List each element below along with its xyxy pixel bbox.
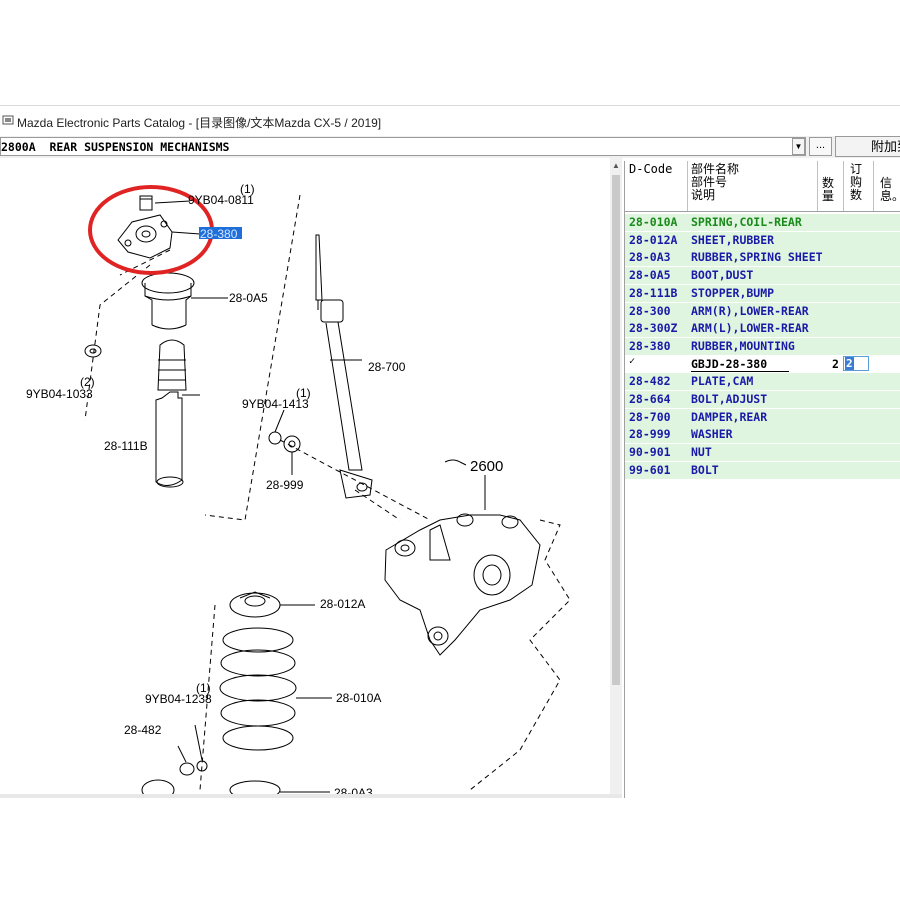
row-part-name: ARM(L),LOWER-REAR xyxy=(691,321,809,336)
table-row[interactable]: 99-601 BOLT xyxy=(625,461,900,479)
row-dcode: 99-601 xyxy=(629,462,671,477)
window-title: Mazda Electronic Parts Catalog - [目录图像/文… xyxy=(17,116,382,130)
callout-28-111b: 28-111B xyxy=(104,439,148,453)
table-row[interactable]: 28-300 ARM(R),LOWER-REAR xyxy=(625,302,900,320)
parts-list: D-Code 部件名称部件号说明 数量 订购数 信息。 28-010A SPRIN… xyxy=(624,161,900,798)
table-row[interactable]: 28-482 PLATE,CAM xyxy=(625,373,900,391)
app-icon xyxy=(2,115,14,125)
selected-part-row[interactable]: ✓ GBJD-28-380 2 2 xyxy=(625,355,900,373)
order-qty-input[interactable]: 2 xyxy=(843,355,869,371)
chevron-down-icon[interactable]: ▼ xyxy=(792,138,805,155)
parts-diagram[interactable]: (1) 9YB04-0811 28-380 28-0A5 (2) 9YB04-1… xyxy=(0,158,610,794)
row-part-name: STOPPER,BUMP xyxy=(691,285,775,300)
row-part-name: BOOT,DUST xyxy=(691,268,754,283)
table-row[interactable]: 28-700 DAMPER,REAR xyxy=(625,408,900,426)
part-qty: 2 xyxy=(832,356,839,371)
row-part-name: NUT xyxy=(691,445,712,460)
table-row[interactable]: 28-380 RUBBER,MOUNTING xyxy=(625,337,900,355)
row-dcode: 28-300Z xyxy=(629,321,678,336)
parts-list-header: D-Code 部件名称部件号说明 数量 订购数 信息。 xyxy=(625,161,900,212)
row-part-name: WASHER xyxy=(691,427,733,442)
row-dcode: 28-300 xyxy=(629,303,671,318)
table-row[interactable]: 28-010A SPRING,COIL-REAR xyxy=(625,214,900,231)
section-select-value: 2800A REAR SUSPENSION MECHANISMS xyxy=(1,140,230,154)
callout-28-999: 28-999 xyxy=(266,478,304,492)
callout-28-012a: 28-012A xyxy=(320,597,365,611)
callout-2600: 2600 xyxy=(470,458,503,475)
callout-28-010a: 28-010A xyxy=(336,691,381,705)
callout-28-0a3: 28-0A3 xyxy=(334,786,373,794)
row-part-name: ARM(R),LOWER-REAR xyxy=(691,303,809,318)
callout-28-482: 28-482 xyxy=(124,723,162,737)
checkbox-icon[interactable]: ✓ xyxy=(629,356,635,367)
callout-9yb04-1033: 9YB04-1033 xyxy=(26,387,93,401)
row-dcode: 28-0A3 xyxy=(629,250,671,265)
browse-button[interactable]: ... xyxy=(809,137,832,156)
table-row[interactable]: 28-111B STOPPER,BUMP xyxy=(625,284,900,302)
table-row[interactable]: 28-012A SHEET,RUBBER xyxy=(625,231,900,249)
header-qty[interactable]: 数量 xyxy=(822,177,834,203)
row-part-name: SPRING,COIL-REAR xyxy=(691,215,802,229)
row-dcode: 28-380 xyxy=(629,338,671,353)
table-row[interactable]: 90-901 NUT xyxy=(625,444,900,462)
row-part-name: PLATE,CAM xyxy=(691,374,754,389)
callout-28-0a5: 28-0A5 xyxy=(229,291,268,305)
row-part-name: DAMPER,REAR xyxy=(691,409,768,424)
row-part-name: SHEET,RUBBER xyxy=(691,232,775,247)
window-titlebar: Mazda Electronic Parts Catalog - [目录图像/文… xyxy=(0,105,900,135)
exploded-view-drawing: (1) 9YB04-0811 28-380 28-0A5 (2) 9YB04-1… xyxy=(26,182,571,794)
table-row[interactable]: 28-300Z ARM(L),LOWER-REAR xyxy=(625,320,900,338)
diagram-horizontal-scrollbar[interactable] xyxy=(0,794,622,798)
part-number: GBJD-28-380 xyxy=(691,357,789,372)
order-qty-value: 2 xyxy=(845,356,854,370)
header-info[interactable]: 信息。 xyxy=(880,177,900,203)
row-dcode: 28-664 xyxy=(629,392,671,406)
row-dcode: 28-700 xyxy=(629,409,671,424)
table-row[interactable]: 28-999 WASHER xyxy=(625,426,900,444)
add-to-button[interactable]: 附加到 xyxy=(835,136,900,157)
table-row[interactable]: 28-0A5 BOOT,DUST xyxy=(625,267,900,285)
row-part-name: RUBBER,MOUNTING xyxy=(691,338,795,353)
diagram-vertical-scrollbar[interactable]: ▲ xyxy=(610,158,622,794)
row-dcode: 28-0A5 xyxy=(629,268,671,283)
callout-28-380: 28-380 xyxy=(200,227,238,241)
scroll-thumb[interactable] xyxy=(612,175,620,685)
row-dcode: 28-012A xyxy=(629,232,678,247)
header-name[interactable]: 部件名称 部件号 说明 xyxy=(691,163,739,202)
header-dcode[interactable]: D-Code xyxy=(629,163,672,176)
callout-28-700: 28-700 xyxy=(368,360,406,374)
callout-9yb04-1413: 9YB04-1413 xyxy=(242,397,309,411)
row-dcode: 90-901 xyxy=(629,445,671,460)
table-row[interactable]: 28-0A3 RUBBER,SPRING SHEET xyxy=(625,249,900,267)
toolbar: 2800A REAR SUSPENSION MECHANISMS ▼ ... 附… xyxy=(0,136,900,158)
callout-9yb04-1238: 9YB04-1238 xyxy=(145,692,212,706)
row-dcode: 28-482 xyxy=(629,374,671,389)
row-dcode: 28-999 xyxy=(629,427,671,442)
scroll-up-icon[interactable]: ▲ xyxy=(610,158,622,174)
row-part-name: BOLT,ADJUST xyxy=(691,392,768,406)
section-select[interactable]: 2800A REAR SUSPENSION MECHANISMS xyxy=(0,137,806,156)
row-dcode: 28-111B xyxy=(629,285,678,300)
row-part-name: RUBBER,SPRING SHEET xyxy=(691,250,823,265)
row-part-name: BOLT xyxy=(691,462,719,477)
header-order[interactable]: 订购数 xyxy=(850,163,862,202)
callout-9yb04-0811: 9YB04-0811 xyxy=(188,193,254,207)
row-dcode: 28-010A xyxy=(629,215,678,229)
table-row[interactable]: 28-664 BOLT,ADJUST xyxy=(625,391,900,408)
